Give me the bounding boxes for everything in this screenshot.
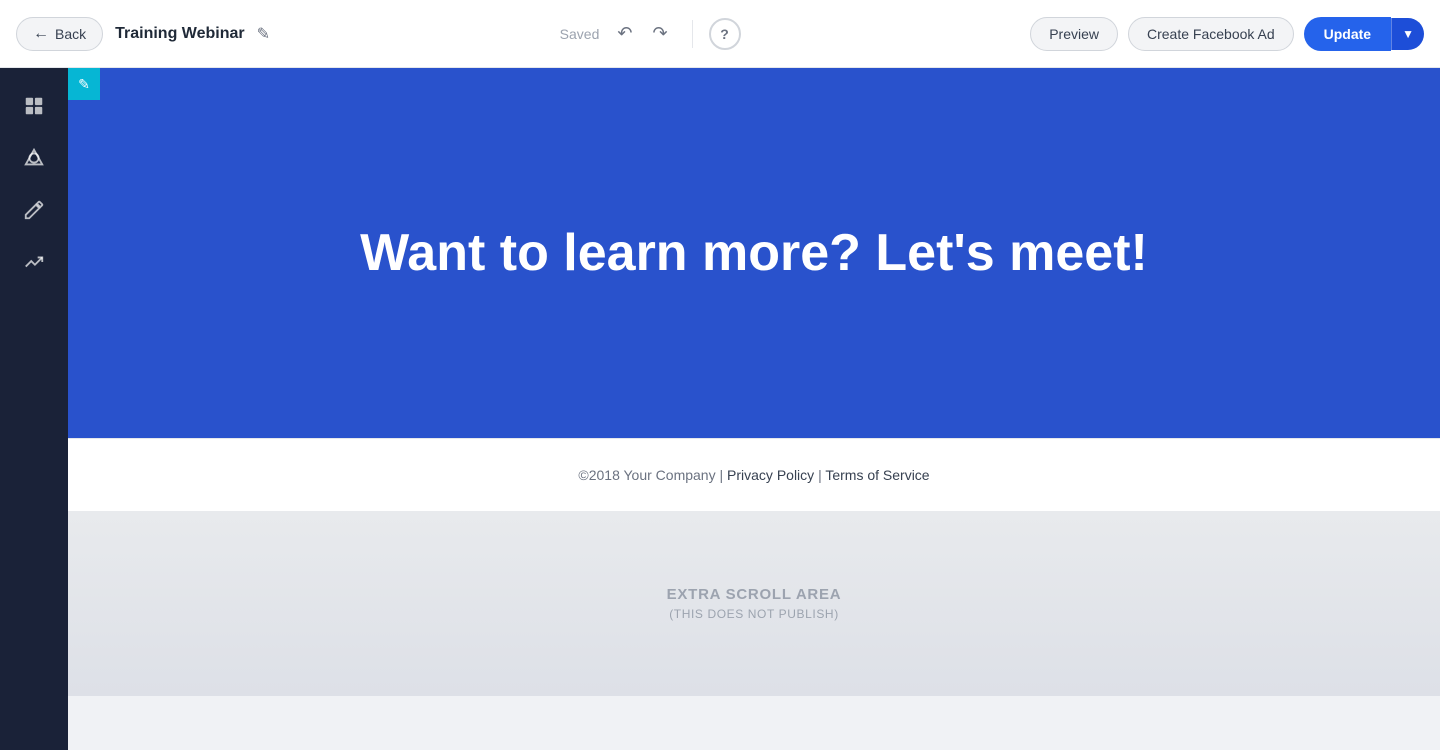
- top-header: ← Back Training Webinar ✎ Saved ↶ ↷ ? Pr…: [0, 0, 1440, 68]
- footer-sep1: |: [720, 467, 728, 483]
- undo-button[interactable]: ↶: [609, 17, 640, 50]
- left-sidebar: [0, 68, 68, 750]
- extra-scroll-area: EXTRA SCROLL AREA (THIS DOES NOT PUBLISH…: [68, 511, 1440, 696]
- undo-redo-group: ↶ ↷: [609, 17, 675, 50]
- sidebar-item-shapes[interactable]: [12, 136, 56, 180]
- preview-button[interactable]: Preview: [1030, 17, 1118, 51]
- back-arrow-icon: ←: [33, 25, 49, 43]
- footer-copyright: ©2018 Your Company: [578, 467, 715, 483]
- back-button[interactable]: ← Back: [16, 17, 103, 51]
- header-right: Preview Create Facebook Ad Update ▼: [1030, 17, 1424, 51]
- extra-scroll-title: EXTRA SCROLL AREA: [667, 586, 842, 603]
- shapes-icon: [23, 147, 45, 169]
- create-facebook-ad-button[interactable]: Create Facebook Ad: [1128, 17, 1294, 51]
- page-title: Training Webinar: [115, 25, 245, 43]
- header-divider: [692, 20, 693, 48]
- update-dropdown-button[interactable]: ▼: [1391, 18, 1424, 50]
- footer-terms-link[interactable]: Terms of Service: [825, 467, 929, 483]
- sidebar-item-layers[interactable]: [12, 84, 56, 128]
- hero-headline: Want to learn more? Let's meet!: [320, 162, 1188, 344]
- main-content: ✎ Want to learn more? Let's meet! ©2018 …: [68, 68, 1440, 750]
- hero-section: ✎ Want to learn more? Let's meet!: [68, 68, 1440, 438]
- sidebar-item-pen[interactable]: [12, 188, 56, 232]
- layers-icon: [23, 95, 45, 117]
- redo-button[interactable]: ↷: [644, 17, 675, 50]
- back-label: Back: [55, 26, 86, 42]
- header-left: ← Back Training Webinar ✎: [16, 17, 270, 51]
- analytics-icon: [23, 251, 45, 273]
- help-button[interactable]: ?: [709, 18, 741, 50]
- edit-section-indicator[interactable]: ✎: [68, 68, 100, 100]
- header-center: Saved ↶ ↷ ?: [560, 17, 741, 50]
- edit-title-icon[interactable]: ✎: [257, 24, 270, 44]
- footer-section: ©2018 Your Company | Privacy Policy | Te…: [68, 438, 1440, 511]
- saved-status: Saved: [560, 26, 600, 42]
- sidebar-item-analytics[interactable]: [12, 240, 56, 284]
- edit-pencil-icon: ✎: [78, 76, 90, 93]
- extra-scroll-subtitle: (THIS DOES NOT PUBLISH): [669, 607, 839, 621]
- footer-privacy-link[interactable]: Privacy Policy: [727, 467, 814, 483]
- pen-icon: [23, 199, 45, 221]
- footer-text: ©2018 Your Company | Privacy Policy | Te…: [578, 467, 929, 483]
- update-button-group: Update ▼: [1304, 17, 1424, 51]
- update-button[interactable]: Update: [1304, 17, 1391, 51]
